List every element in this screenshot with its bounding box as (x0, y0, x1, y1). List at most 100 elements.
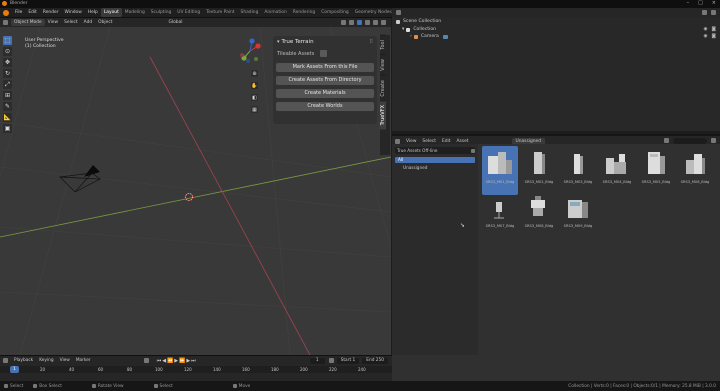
asset-library-field[interactable]: True Assets Off-line (395, 148, 437, 153)
workspace-tab-shading[interactable]: Shading (238, 8, 262, 17)
expand-icon[interactable]: › (410, 34, 412, 39)
render-camera-icon[interactable]: ◙ (712, 34, 716, 39)
timeline-menu-playback[interactable]: Playback (11, 358, 36, 363)
workspace-tab-modeling[interactable]: Modeling (122, 8, 148, 17)
menu-render[interactable]: Render (40, 8, 62, 17)
ab-menu-edit[interactable]: Edit (439, 139, 454, 144)
end-frame-field[interactable]: End 250 (362, 357, 388, 364)
blender-menu-icon[interactable] (3, 9, 9, 16)
asset-browser-editor-icon[interactable] (395, 138, 400, 144)
measure-tool-icon[interactable]: 📐 (3, 113, 12, 122)
outliner-editor-icon[interactable] (396, 10, 401, 15)
add-cube-tool-icon[interactable]: ▣ (3, 124, 12, 133)
asset-tile[interactable]: SRS3_M07_Bldg (482, 190, 518, 239)
panel-collapse-icon[interactable]: ▾ (277, 39, 280, 45)
outliner-row[interactable]: Scene Collection (392, 17, 720, 26)
timeline-menu-marker[interactable]: Marker (73, 358, 94, 363)
visibility-eye-icon[interactable]: ◉ (704, 34, 708, 39)
render-camera-icon[interactable]: ◙ (712, 27, 716, 32)
cursor-tool-icon[interactable]: ⊙ (3, 47, 12, 56)
asset-tile[interactable]: SRS3_M01_Bldg (482, 146, 518, 195)
rotate-tool-icon[interactable]: ↻ (3, 69, 12, 78)
viewport-menu-add[interactable]: Add (81, 20, 96, 25)
ab-menu-asset[interactable]: Asset (453, 139, 471, 144)
visibility-icon[interactable] (341, 20, 346, 25)
timeline-ruler[interactable]: 1 20 40 60 80 100 120 140 160 180 200 22… (0, 366, 392, 373)
workspace-tab-geometry-nodes[interactable]: Geometry Nodes (352, 8, 395, 17)
minimize-icon[interactable]: – (687, 0, 690, 6)
editor-type-icon[interactable] (3, 20, 8, 25)
workspace-tab-sculpting[interactable]: Sculpting (148, 8, 175, 17)
current-frame-field[interactable]: 1 (309, 357, 325, 364)
create-assets-from-directory-button[interactable]: Create Assets From Directory (276, 76, 374, 85)
clock-icon[interactable] (328, 358, 334, 363)
menu-help[interactable]: Help (85, 8, 101, 17)
ab-menu-select[interactable]: Select (419, 139, 439, 144)
catalog-item-unassigned[interactable]: Unassigned (395, 165, 475, 171)
close-icon[interactable]: × (712, 0, 716, 6)
workspace-tab-compositing[interactable]: Compositing (318, 8, 352, 17)
scale-tool-icon[interactable]: ⤢ (3, 80, 12, 89)
refresh-icon[interactable] (320, 50, 328, 57)
outliner-row[interactable]: ▾ Collection ◉ ◙ (392, 26, 720, 33)
playback-controls-icon[interactable]: ⏮◀⏪▶⏩▶⏭ (157, 358, 197, 364)
ab-menu-view[interactable]: View (403, 139, 419, 144)
outliner-row[interactable]: › Camera ◉ ◙ (392, 33, 720, 40)
viewport-menu-object[interactable]: Object (95, 20, 115, 25)
overlay-icon[interactable] (349, 20, 354, 25)
navigation-gizmo[interactable] (236, 37, 264, 65)
maximize-icon[interactable]: □ (698, 0, 703, 6)
pan-hand-icon[interactable]: ✋ (251, 82, 258, 89)
playhead[interactable]: 1 (10, 366, 19, 373)
timeline-menu-keying[interactable]: Keying (36, 358, 56, 363)
annotate-tool-icon[interactable]: ✎ (3, 102, 12, 111)
transform-orientation[interactable]: Global (165, 20, 185, 25)
3d-cursor-icon[interactable] (185, 193, 193, 201)
menu-window[interactable]: Window (62, 8, 85, 17)
create-materials-button[interactable]: Create Materials (276, 89, 374, 98)
asset-tile[interactable]: SRS3_M09_Bldg (560, 190, 596, 239)
tab-view[interactable]: View (380, 53, 386, 75)
asset-tile[interactable]: SRS3_M08_Bldg (521, 190, 557, 239)
viewport-menu-select[interactable]: Select (61, 20, 81, 25)
tab-tool[interactable]: Tool (380, 35, 386, 54)
solid-shading-icon[interactable] (365, 20, 370, 25)
perspective-toggle-icon[interactable]: ▦ (251, 106, 258, 113)
visibility-eye-icon[interactable]: ◉ (704, 27, 708, 32)
workspace-tab-uv-editing[interactable]: UV Editing (174, 8, 203, 17)
menu-edit[interactable]: Edit (25, 8, 40, 17)
tab-create[interactable]: Create (380, 74, 386, 101)
panel-drag-handle-icon[interactable]: ⠿ (369, 39, 373, 45)
workspace-tab-texture-paint[interactable]: Texture Paint (203, 8, 237, 17)
asset-tile[interactable]: SRS3_M03_Bldg (560, 146, 596, 195)
auto-key-icon[interactable] (143, 358, 149, 363)
mode-selector[interactable]: Object Mode (11, 19, 45, 26)
catalog-item-all[interactable]: All (395, 157, 475, 163)
camera-view-icon[interactable]: ◧ (251, 94, 258, 101)
menu-file[interactable]: File (12, 8, 25, 17)
asset-tile[interactable]: SRS3_M06_Bldg (677, 146, 713, 195)
xray-icon[interactable] (357, 20, 362, 25)
rendered-shading-icon[interactable] (381, 20, 386, 25)
transform-tool-icon[interactable]: ⊞ (3, 91, 12, 100)
viewport-menu-view[interactable]: View (45, 20, 61, 25)
new-collection-icon[interactable] (711, 10, 716, 15)
tab-truevfx[interactable]: TrueVFX (380, 100, 386, 130)
mark-assets-button[interactable]: Mark Assets From this File (276, 63, 374, 72)
library-dropdown-icon[interactable] (471, 148, 475, 153)
asset-tile[interactable]: SRS3_M02_Bldg (521, 146, 557, 195)
workspace-tab-animation[interactable]: Animation (261, 8, 289, 17)
timeline-editor-icon[interactable] (3, 358, 8, 363)
workspace-tab-layout[interactable]: Layout (100, 8, 122, 17)
move-tool-icon[interactable]: ✥ (3, 58, 12, 67)
asset-filter-icon[interactable] (711, 138, 716, 143)
grid-view-icon[interactable] (664, 138, 669, 143)
start-frame-field[interactable]: Start 1 (336, 357, 360, 364)
zoom-icon[interactable]: ⊕ (251, 70, 258, 77)
material-shading-icon[interactable] (373, 20, 378, 25)
filter-icon[interactable] (702, 10, 707, 15)
asset-tile[interactable]: SRS3_M05_Bldg (638, 146, 674, 195)
create-worlds-button[interactable]: Create Worlds (276, 102, 374, 111)
select-box-tool-icon[interactable]: ⬚ (3, 36, 12, 45)
expand-icon[interactable]: ▾ (402, 27, 404, 32)
